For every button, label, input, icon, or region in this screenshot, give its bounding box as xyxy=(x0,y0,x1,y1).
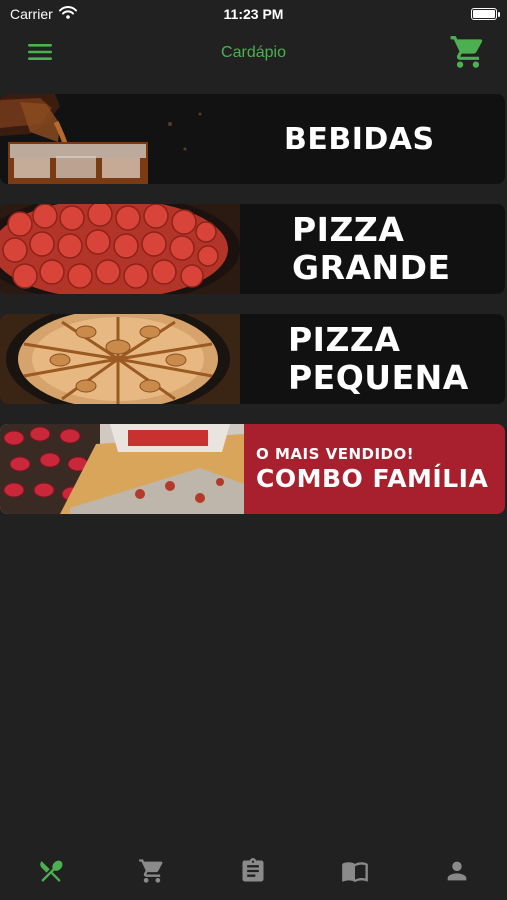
tab-profile[interactable] xyxy=(439,853,475,892)
battery-icon xyxy=(471,8,500,20)
book-icon xyxy=(340,857,370,888)
carrier-label: Carrier xyxy=(10,6,53,22)
category-card-pizza-pequena[interactable]: PIZZA PEQUENA xyxy=(0,314,505,404)
tab-orders[interactable] xyxy=(235,853,271,892)
tab-bar xyxy=(0,850,507,900)
category-card-bebidas[interactable]: BEBIDAS xyxy=(0,94,505,184)
category-label-pizza-pequena: PIZZA PEQUENA xyxy=(240,314,505,404)
category-card-combo-familia[interactable]: O MAIS VENDIDO! COMBO FAMÍLIA xyxy=(0,424,505,514)
status-left: Carrier xyxy=(10,6,77,22)
pizza-box-image xyxy=(0,424,244,514)
cart-button[interactable] xyxy=(449,33,487,74)
doce-de-leite-pizza-image xyxy=(0,314,240,404)
cola-glass-image xyxy=(0,94,240,184)
category-title: BEBIDAS xyxy=(284,121,435,157)
category-label-bebidas: BEBIDAS xyxy=(240,94,505,184)
menu-button[interactable] xyxy=(28,43,52,64)
category-list: BEBIDAS PIZZA GRANDE PIZZA PEQUENA O MAI… xyxy=(0,94,507,534)
pepperoni-pizza-image xyxy=(0,204,240,294)
category-title-line2: GRANDE xyxy=(292,248,451,287)
category-label-combo-familia: O MAIS VENDIDO! COMBO FAMÍLIA xyxy=(240,424,505,514)
tab-menu[interactable] xyxy=(33,853,69,892)
status-bar: Carrier 11:23 PM xyxy=(0,0,507,28)
combo-tagline: O MAIS VENDIDO! xyxy=(256,445,415,463)
category-label-pizza-grande: PIZZA GRANDE xyxy=(240,204,505,294)
utensils-icon xyxy=(37,857,65,888)
category-title-line2: PEQUENA xyxy=(288,358,469,397)
person-icon xyxy=(443,857,471,888)
category-title-line1: PIZZA xyxy=(292,210,405,249)
cart-icon xyxy=(138,857,166,888)
tab-cart[interactable] xyxy=(134,853,170,892)
wifi-icon xyxy=(58,6,77,22)
nav-bar: Cardápio xyxy=(0,30,507,76)
combo-title: COMBO FAMÍLIA xyxy=(256,464,489,493)
cart-icon xyxy=(449,33,487,74)
category-card-pizza-grande[interactable]: PIZZA GRANDE xyxy=(0,204,505,294)
clipboard-icon xyxy=(239,857,267,888)
page-title: Cardápio xyxy=(221,44,286,61)
tab-catalog[interactable] xyxy=(336,853,374,892)
hamburger-icon xyxy=(28,43,52,64)
category-title-line1: PIZZA xyxy=(288,320,401,359)
